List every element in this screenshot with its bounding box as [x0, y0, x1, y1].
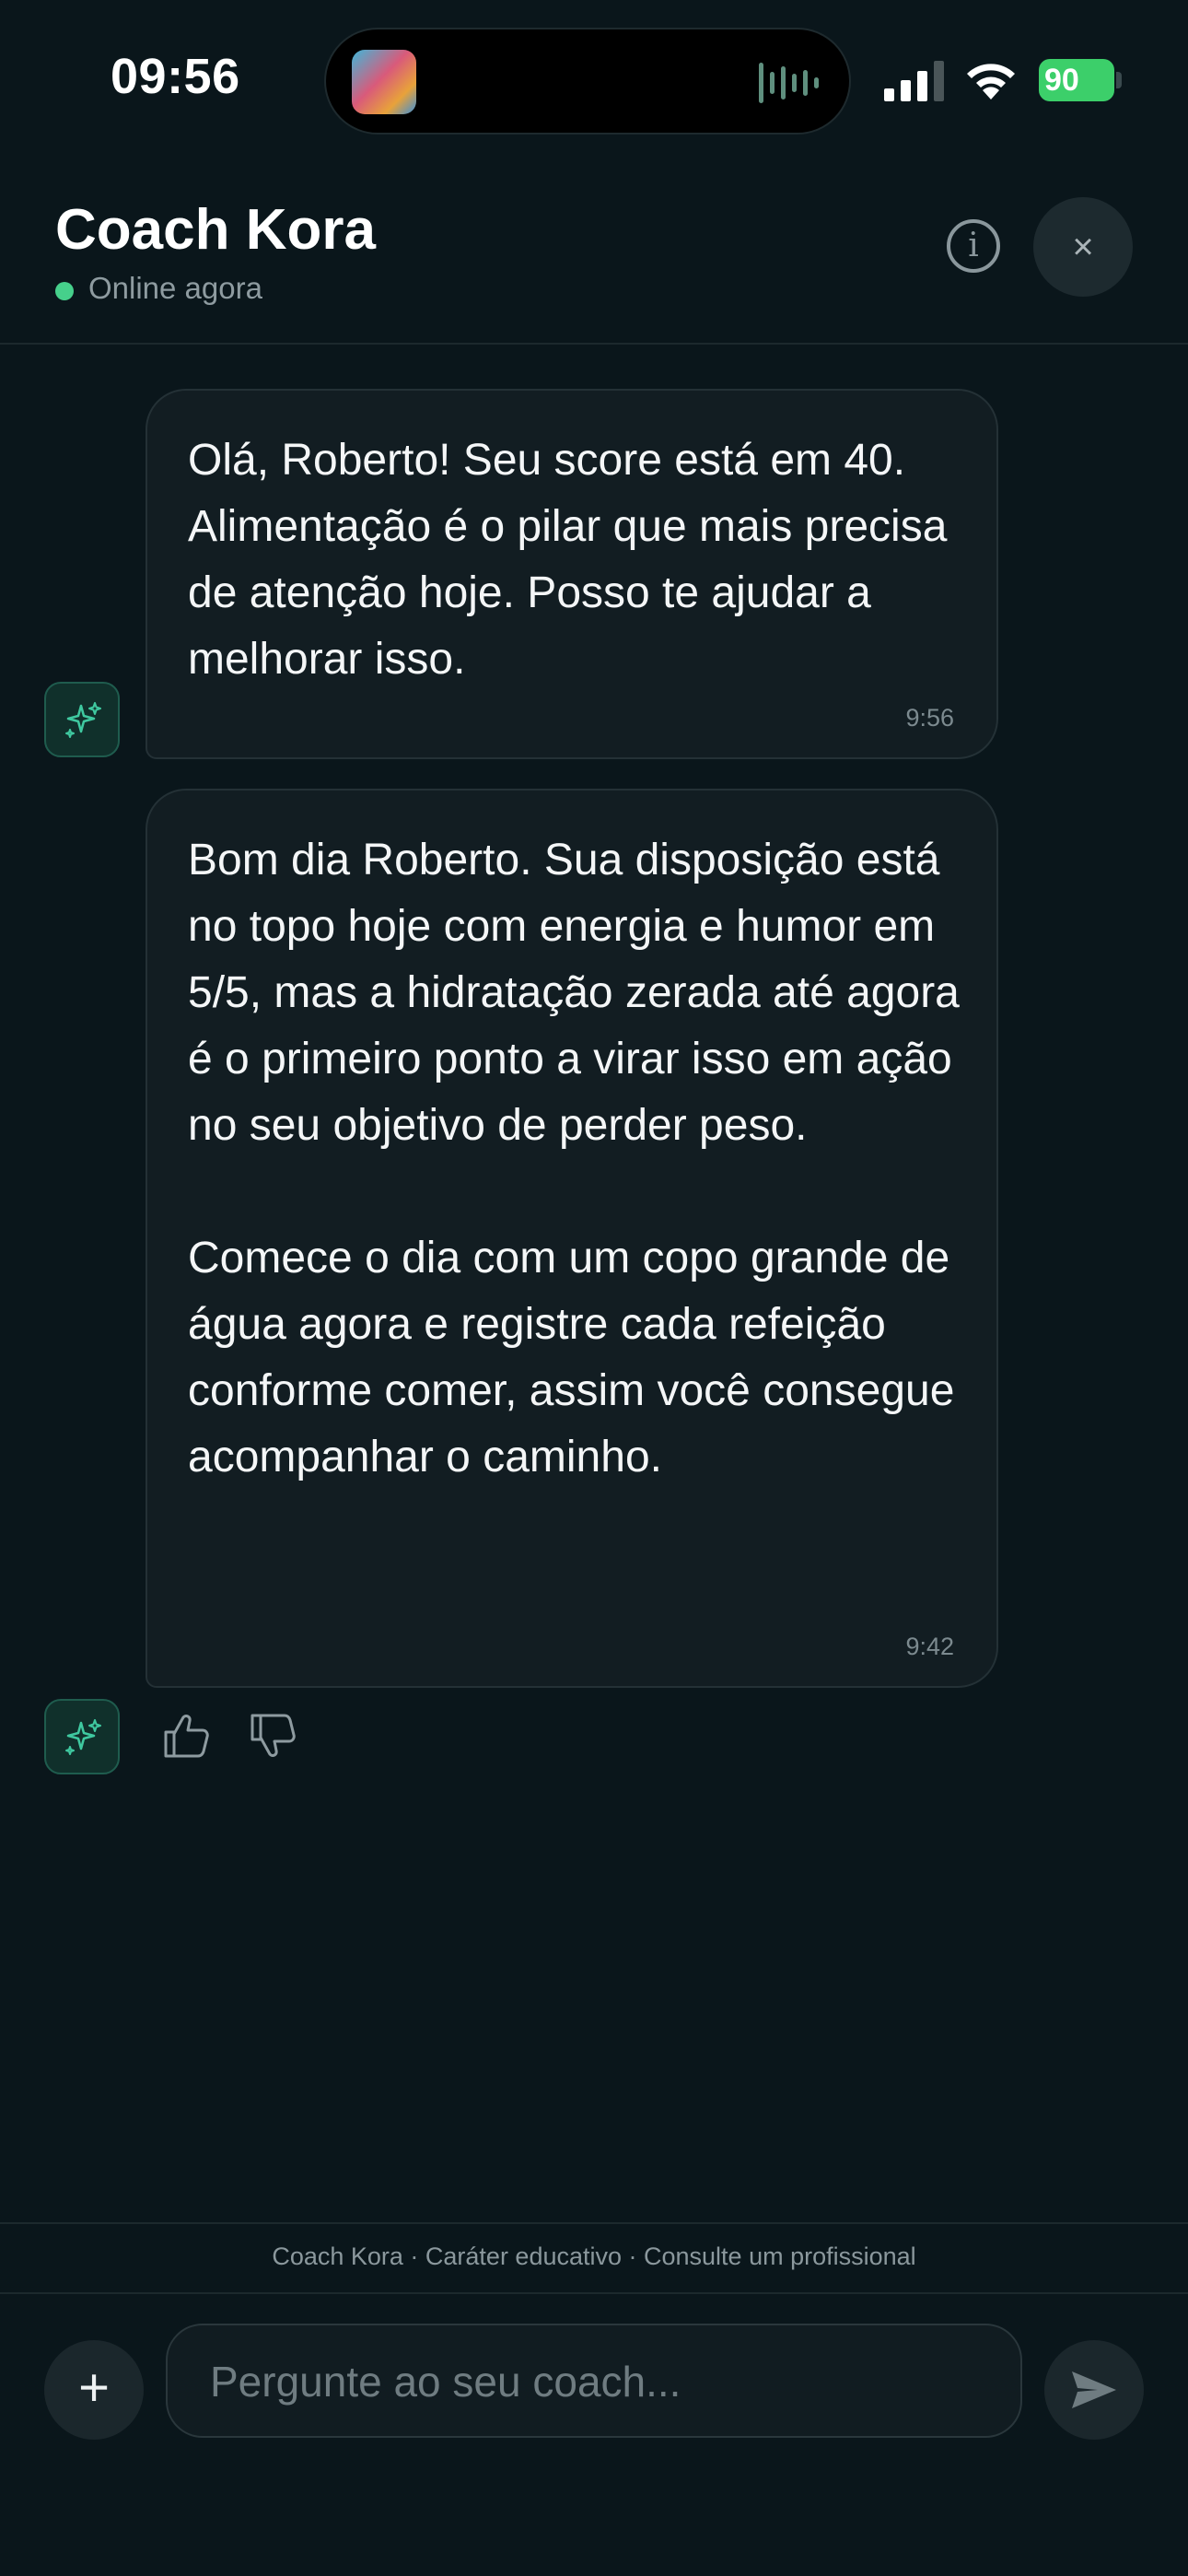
sparkles-icon — [65, 702, 101, 738]
thumbs-down-icon[interactable] — [247, 1710, 298, 1762]
info-button[interactable]: i — [947, 219, 1000, 273]
message-input-container[interactable] — [166, 2324, 1022, 2438]
coach-avatar — [44, 682, 120, 757]
coach-message: Bom dia Roberto. Sua disposição está no … — [146, 789, 998, 1688]
battery-indicator: 90 — [1039, 59, 1114, 101]
info-icon: i — [968, 227, 979, 264]
page-title: Coach Kora — [55, 198, 376, 262]
disclaimer-text: Coach Kora · Caráter educativo · Consult… — [272, 2242, 916, 2270]
header-divider — [0, 343, 1188, 345]
message-timestamp: 9:56 — [905, 704, 954, 732]
dynamic-island[interactable] — [324, 28, 851, 135]
coach-avatar — [44, 1699, 120, 1774]
thumbs-up-icon[interactable] — [160, 1710, 212, 1762]
message-text: Olá, Roberto! Seu score está em 40. Alim… — [188, 436, 960, 684]
wifi-icon — [967, 64, 1015, 100]
now-playing-artwork — [352, 50, 416, 114]
plus-icon: + — [78, 2358, 110, 2418]
coach-message: Olá, Roberto! Seu score está em 40. Alim… — [146, 389, 998, 759]
footer-divider — [0, 2292, 1188, 2294]
online-status-dot — [55, 282, 74, 300]
battery-level: 90 — [1044, 63, 1079, 98]
message-text: Bom dia Roberto. Sua disposição está no … — [188, 836, 960, 1481]
online-status-text: Online agora — [88, 271, 262, 305]
message-input[interactable] — [208, 2325, 967, 2438]
footer-divider — [0, 2222, 1188, 2224]
battery-cap — [1116, 72, 1122, 88]
send-icon — [1072, 2371, 1116, 2408]
send-button[interactable] — [1044, 2340, 1144, 2440]
audio-waveform-icon — [759, 63, 819, 103]
close-button[interactable]: × — [1033, 197, 1133, 297]
close-icon: × — [1072, 227, 1094, 267]
message-timestamp: 9:42 — [905, 1633, 954, 1660]
status-time: 09:56 — [111, 49, 240, 104]
add-attachment-button[interactable]: + — [44, 2340, 144, 2440]
sparkles-icon — [65, 1719, 101, 1755]
cellular-signal-icon — [884, 61, 944, 101]
